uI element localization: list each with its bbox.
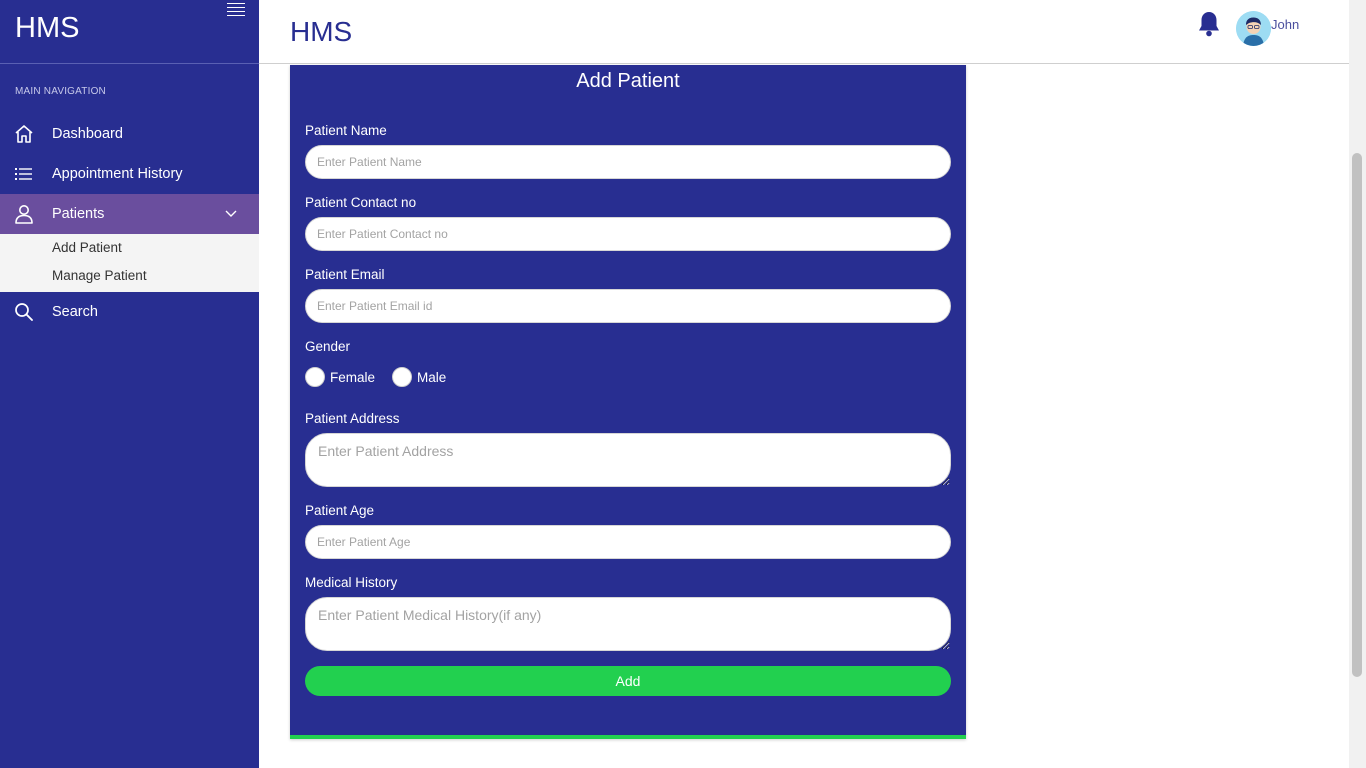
sidebar-item-dashboard[interactable]: Dashboard <box>0 114 259 154</box>
list-icon <box>15 168 32 180</box>
user-icon <box>15 205 33 224</box>
patient-address-textarea[interactable] <box>305 433 951 487</box>
patient-contact-label: Patient Contact no <box>305 195 417 210</box>
avatar-icon[interactable] <box>1236 11 1271 46</box>
patient-email-label: Patient Email <box>305 267 385 282</box>
brand-title: HMS <box>15 12 80 44</box>
chevron-down-icon <box>225 210 237 217</box>
sidebar-item-label: Search <box>52 304 98 320</box>
gender-label: Gender <box>305 339 351 354</box>
add-patient-form: Add Patient Patient Name Patient Contact… <box>290 65 966 739</box>
gender-female-label[interactable]: Female <box>330 370 375 385</box>
patient-age-label: Patient Age <box>305 503 375 518</box>
scrollbar-thumb[interactable] <box>1352 153 1362 677</box>
sidebar-item-label: Appointment History <box>52 166 183 182</box>
patient-name-input[interactable] <box>305 145 951 179</box>
brand-header: HMS <box>0 0 259 64</box>
patient-address-label: Patient Address <box>305 411 400 426</box>
nav-heading: MAIN NAVIGATION <box>15 86 106 97</box>
sidebar-item-label: Dashboard <box>52 126 123 142</box>
search-icon <box>15 303 33 321</box>
page-scrollbar[interactable] <box>1349 0 1366 768</box>
patient-name-label: Patient Name <box>305 123 387 138</box>
sidebar-item-patients[interactable]: Patients <box>0 194 259 234</box>
gender-female-radio[interactable] <box>305 367 325 387</box>
top-header: HMS John <box>259 0 1349 64</box>
medical-history-textarea[interactable] <box>305 597 951 651</box>
home-icon <box>15 125 33 143</box>
hamburger-menu-icon[interactable] <box>227 3 245 16</box>
patient-email-input[interactable] <box>305 289 951 323</box>
sidebar-item-search[interactable]: Search <box>0 292 259 332</box>
gender-male-label[interactable]: Male <box>417 370 446 385</box>
medical-history-label: Medical History <box>305 575 398 590</box>
sidebar-item-label: Patients <box>52 206 105 222</box>
submenu-item-add-patient[interactable]: Add Patient <box>52 240 122 255</box>
patient-contact-input[interactable] <box>305 217 951 251</box>
add-button[interactable]: Add <box>305 666 951 696</box>
sidebar: HMS MAIN NAVIGATION Dashboard Appointmen… <box>0 0 259 768</box>
patient-age-input[interactable] <box>305 525 951 559</box>
form-title: Add Patient <box>576 70 680 92</box>
bell-icon[interactable] <box>1196 10 1222 38</box>
patients-submenu: Add Patient Manage Patient <box>0 234 259 292</box>
submenu-item-manage-patient[interactable]: Manage Patient <box>52 268 147 283</box>
page-title: HMS <box>290 16 353 47</box>
username[interactable]: John <box>1271 17 1299 32</box>
sidebar-item-appointment-history[interactable]: Appointment History <box>0 154 259 194</box>
gender-male-radio[interactable] <box>392 367 412 387</box>
